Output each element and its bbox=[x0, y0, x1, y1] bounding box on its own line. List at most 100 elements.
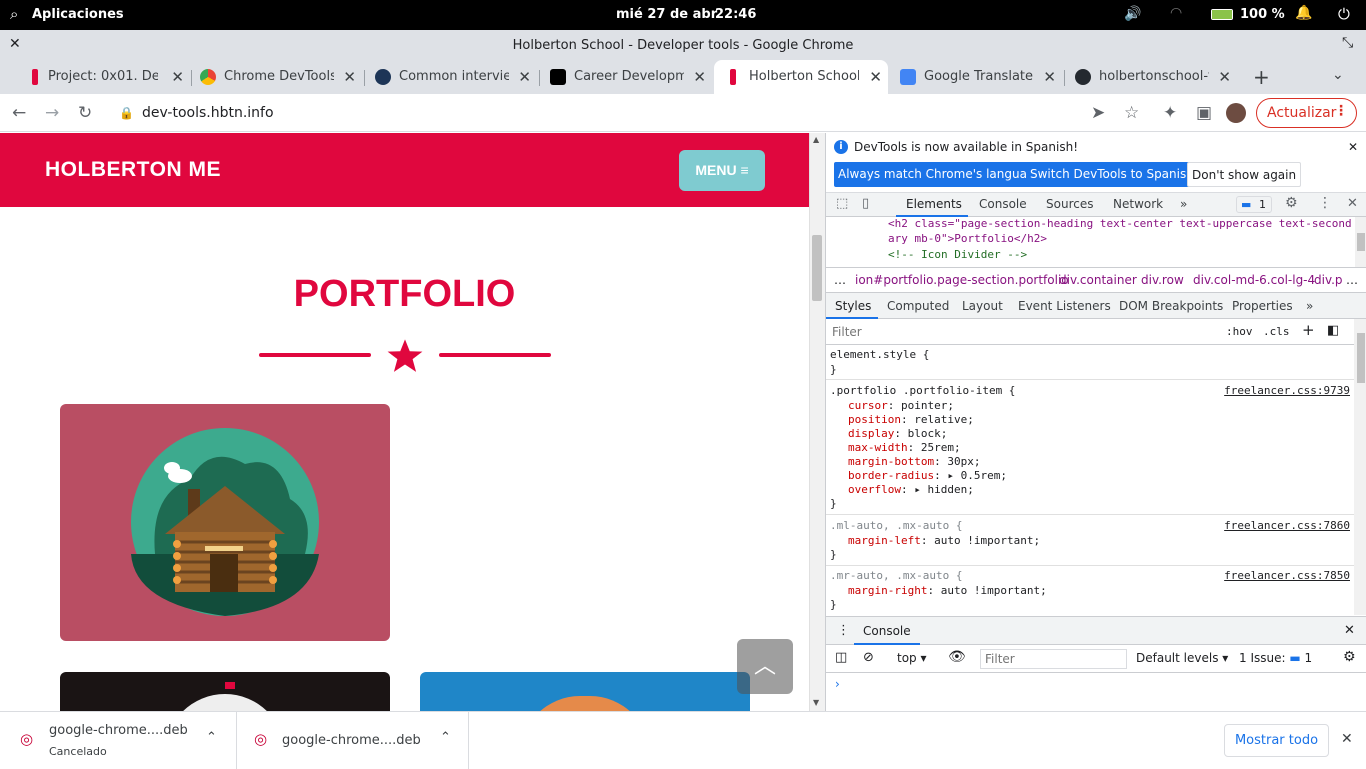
send-icon[interactable]: ➤ bbox=[1091, 103, 1105, 123]
issues-badge[interactable]: ▬ 1 bbox=[1236, 196, 1272, 213]
styles-filter-input[interactable] bbox=[828, 322, 1214, 342]
hov-toggle[interactable]: :hov bbox=[1226, 325, 1253, 338]
crumb-item[interactable]: div.p bbox=[1314, 273, 1343, 287]
download-item[interactable]: ◎ google-chrome....deb Cancelado ⌃ bbox=[0, 712, 237, 769]
source-link[interactable]: freelancer.css:7850 bbox=[1224, 569, 1350, 582]
source-link[interactable]: freelancer.css:7860 bbox=[1224, 519, 1350, 532]
crumb-col[interactable]: div.col-md-6.col-lg-4 bbox=[1193, 273, 1315, 287]
portfolio-item-cabin[interactable] bbox=[60, 404, 390, 641]
tab-chrome-devtools[interactable]: Chrome DevTools - ✕ bbox=[196, 60, 362, 94]
console-settings-gear-icon[interactable]: ⚙ bbox=[1343, 649, 1356, 665]
wifi-icon[interactable]: ◠ bbox=[1170, 5, 1182, 21]
more-crumbs-right-icon[interactable]: … bbox=[1346, 273, 1358, 287]
power-icon[interactable]: ⏻ bbox=[1338, 5, 1350, 23]
tab-network[interactable]: Network bbox=[1113, 197, 1163, 211]
bookmark-star-icon[interactable]: ☆ bbox=[1124, 103, 1139, 123]
volume-icon[interactable]: 🔊 bbox=[1124, 6, 1141, 22]
unmaximize-icon[interactable]: ⤡ bbox=[1342, 35, 1353, 51]
settings-gear-icon[interactable]: ⚙ bbox=[1285, 195, 1298, 211]
brand-logo[interactable]: HOLBERTON ME bbox=[45, 158, 221, 182]
console-prompt-icon[interactable]: › bbox=[835, 677, 840, 691]
dont-show-button[interactable]: Don't show again bbox=[1187, 162, 1302, 187]
close-tab-icon[interactable]: ✕ bbox=[518, 68, 531, 86]
match-language-button[interactable]: Always match Chrome's language bbox=[834, 162, 1046, 187]
subtab-event-listeners[interactable]: Event Listeners bbox=[1018, 299, 1111, 313]
tab-google-translate[interactable]: Google Translate ✕ bbox=[896, 60, 1062, 94]
tab-project[interactable]: Project: 0x01. Devel ✕ bbox=[24, 60, 190, 94]
rule-mx-auto-left[interactable]: .ml-auto, .mx-auto { freelancer.css:7860… bbox=[826, 516, 1354, 566]
new-tab-icon[interactable]: + bbox=[1253, 65, 1270, 89]
profile-avatar[interactable] bbox=[1226, 103, 1246, 123]
context-select[interactable]: top ▾ bbox=[897, 651, 927, 665]
rule-mx-auto-right[interactable]: .mr-auto, .mx-auto { freelancer.css:7850… bbox=[826, 566, 1354, 615]
battery-icon[interactable] bbox=[1211, 9, 1233, 20]
tab-search-icon[interactable]: ⌄ bbox=[1332, 67, 1344, 83]
extensions-icon[interactable]: ✦ bbox=[1163, 103, 1177, 123]
close-tab-icon[interactable]: ✕ bbox=[343, 68, 356, 86]
live-expression-eye-icon[interactable]: 👁 bbox=[948, 649, 966, 665]
tab-github[interactable]: holbertonschool-fro ✕ bbox=[1071, 60, 1237, 94]
close-tab-icon[interactable]: ✕ bbox=[1043, 68, 1056, 86]
dom-comment[interactable]: <!-- Icon Divider --> bbox=[888, 248, 1027, 261]
crumb-container[interactable]: div.container bbox=[1059, 273, 1137, 287]
forward-icon[interactable]: → bbox=[45, 103, 59, 123]
update-button[interactable]: Actualizar ⋮ bbox=[1256, 98, 1357, 128]
tab-holberton-school[interactable]: Holberton School - ✕ bbox=[714, 60, 888, 94]
download-item[interactable]: ◎ google-chrome....deb ⌃ bbox=[238, 712, 469, 769]
tab-elements[interactable]: Elements bbox=[906, 197, 962, 211]
date-label[interactable]: mié 27 de abr bbox=[616, 7, 717, 22]
rule-element-style[interactable]: element.style { } bbox=[826, 345, 1354, 380]
source-link[interactable]: freelancer.css:9739 bbox=[1224, 384, 1350, 397]
clear-console-icon[interactable]: ⊘ bbox=[863, 650, 874, 665]
tab-sources[interactable]: Sources bbox=[1046, 197, 1093, 211]
close-tab-icon[interactable]: ✕ bbox=[171, 68, 184, 86]
search-icon[interactable]: ⌕ bbox=[10, 5, 18, 23]
tab-common-interview[interactable]: Common interview ✕ bbox=[371, 60, 537, 94]
crumb-row[interactable]: div.row bbox=[1141, 273, 1184, 287]
show-sidebar-icon[interactable]: ◫ bbox=[835, 650, 847, 665]
log-levels-select[interactable]: Default levels ▾ bbox=[1136, 651, 1228, 665]
close-drawer-icon[interactable]: ✕ bbox=[1344, 623, 1355, 638]
close-infobar-icon[interactable]: ✕ bbox=[1348, 140, 1358, 154]
dom-tree[interactable]: <h2 class="page-section-heading text-cen… bbox=[826, 217, 1366, 267]
dom-line[interactable]: ary mb-0">Portfolio</h2> bbox=[888, 232, 1047, 245]
url-text[interactable]: dev-tools.hbtn.info bbox=[142, 105, 274, 121]
inspect-element-icon[interactable]: ⬚ bbox=[836, 196, 848, 211]
drawer-menu-icon[interactable]: ⋮ bbox=[837, 623, 850, 638]
page-scrollbar[interactable]: ▲ ▼ bbox=[809, 133, 825, 711]
menu-button[interactable]: MENU ≡ bbox=[679, 150, 765, 191]
device-toolbar-icon[interactable]: ▯ bbox=[862, 196, 869, 211]
console-issues-button[interactable]: 1 Issue: ▬ 1 bbox=[1239, 651, 1312, 665]
subtab-layout[interactable]: Layout bbox=[962, 299, 1003, 313]
close-downloads-icon[interactable]: ✕ bbox=[1341, 731, 1353, 747]
close-tab-icon[interactable]: ✕ bbox=[693, 68, 706, 86]
scrollbar-thumb[interactable] bbox=[812, 235, 822, 301]
crumb-section[interactable]: ion#portfolio.page-section.portfolio bbox=[855, 273, 1069, 287]
time-label[interactable]: 22:46 bbox=[715, 7, 756, 22]
tab-career-development[interactable]: Career Developmen ✕ bbox=[546, 60, 712, 94]
dom-scrollbar[interactable] bbox=[1355, 217, 1366, 267]
portfolio-item-blue[interactable] bbox=[420, 672, 750, 711]
reload-icon[interactable]: ↻ bbox=[78, 103, 92, 123]
close-devtools-icon[interactable]: ✕ bbox=[1347, 196, 1358, 211]
new-rule-icon[interactable]: + bbox=[1302, 321, 1315, 339]
console-filter-input[interactable] bbox=[980, 649, 1127, 669]
portfolio-item-dark[interactable] bbox=[60, 672, 390, 711]
toggle-sidebar-icon[interactable]: ◧ bbox=[1327, 323, 1339, 338]
close-tab-icon[interactable]: ✕ bbox=[1218, 68, 1231, 86]
more-crumbs-icon[interactable]: … bbox=[834, 273, 846, 287]
scroll-up-arrow-icon[interactable]: ▲ bbox=[813, 135, 819, 144]
subtab-computed[interactable]: Computed bbox=[887, 299, 949, 313]
styles-scrollbar[interactable] bbox=[1354, 319, 1366, 615]
back-icon[interactable]: ← bbox=[12, 103, 26, 123]
show-all-downloads-button[interactable]: Mostrar todo bbox=[1224, 724, 1329, 757]
subtab-properties[interactable]: Properties bbox=[1232, 299, 1293, 313]
rule-portfolio-item[interactable]: .portfolio .portfolio-item { freelancer.… bbox=[826, 381, 1354, 515]
dom-line[interactable]: <h2 class="page-section-heading text-cen… bbox=[888, 217, 1352, 230]
switch-spanish-button[interactable]: Switch DevTools to Spanish bbox=[1026, 162, 1198, 187]
tab-console[interactable]: Console bbox=[979, 197, 1027, 211]
subtab-dom-breakpoints[interactable]: DOM Breakpoints bbox=[1119, 299, 1223, 313]
devtools-menu-icon[interactable]: ⋮ bbox=[1318, 195, 1332, 211]
more-tabs-icon[interactable]: » bbox=[1180, 197, 1187, 211]
console-drawer-title[interactable]: Console bbox=[863, 624, 911, 638]
